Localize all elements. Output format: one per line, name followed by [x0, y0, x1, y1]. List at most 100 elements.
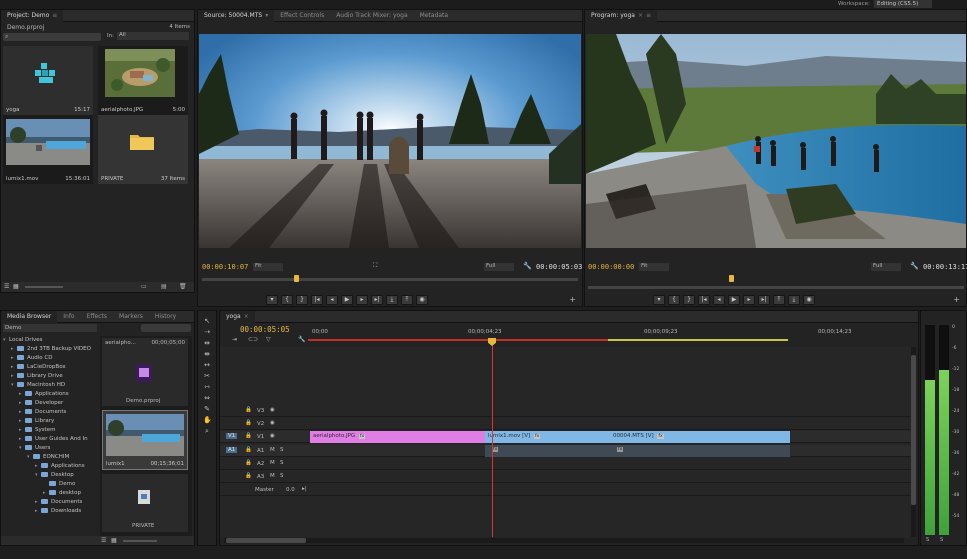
rolling-edit-tool-icon[interactable]: ⇼ [203, 350, 211, 358]
program-scrubber[interactable] [588, 286, 964, 289]
tree-item[interactable]: ▸ Documents [19, 408, 66, 417]
menu-icon[interactable]: ≡ [646, 12, 651, 19]
go-to-in-icon[interactable]: |◂ [698, 295, 710, 305]
eye-icon[interactable]: ◉ [270, 420, 275, 426]
tab-markers[interactable]: Markers [113, 311, 149, 323]
playhead-handle[interactable] [488, 338, 496, 346]
zoom-slider[interactable] [123, 540, 157, 542]
hand-tool-icon[interactable]: ✋ [203, 416, 212, 424]
tree-item[interactable]: ▾ EONCHIM [27, 453, 69, 462]
mark-out-bracket-icon[interactable]: } [296, 295, 308, 305]
tree-item[interactable]: ▸ 2nd 3TB Backup VIDEO [11, 345, 91, 354]
tree-item[interactable]: ▸ Applications [35, 462, 85, 471]
source-patch-a1[interactable]: A1 [226, 447, 238, 453]
tab-metadata[interactable]: Metadata [414, 10, 454, 22]
source-scrubber[interactable] [202, 278, 578, 281]
tree-item[interactable]: ▸ LaCieDropBox [11, 363, 66, 372]
work-area-bar[interactable] [308, 339, 608, 341]
eye-icon[interactable]: ◉ [270, 407, 275, 413]
tree-item[interactable]: ▸ Applications [19, 390, 69, 399]
add-button-icon[interactable]: + [953, 295, 960, 304]
mark-in-icon[interactable]: ▾ [653, 295, 665, 305]
project-item-private[interactable]: PRIVATE 37 Items [98, 115, 188, 184]
tree-item[interactable]: ▸ Library Drive [11, 372, 63, 381]
dropdown-icon[interactable]: ▾ [265, 12, 268, 19]
tree-item[interactable]: ▸ Documents [35, 498, 82, 507]
tab-effect-controls[interactable]: Effect Controls [274, 10, 330, 22]
razor-tool-icon[interactable]: ✂ [203, 372, 211, 380]
lock-icon[interactable]: 🔒 [245, 473, 252, 479]
eye-icon[interactable]: ◉ [270, 433, 275, 439]
project-item-yoga[interactable]: yoga 15:17 [3, 46, 93, 115]
step-back-icon[interactable]: ◂ [326, 295, 338, 305]
tree-item[interactable]: ▸ System [19, 426, 56, 435]
overwrite-icon[interactable]: ⤒ [401, 295, 413, 305]
wrench-icon[interactable]: 🔧 [910, 262, 919, 270]
snap-icon[interactable]: ⇥ [232, 336, 237, 343]
scrollbar-thumb[interactable] [226, 538, 306, 543]
insert-icon[interactable]: ⤓ [386, 295, 398, 305]
tab-effects[interactable]: Effects [81, 311, 113, 323]
clip-aerialphoto[interactable]: aerialphoto.JPG fx [310, 431, 485, 443]
audio-clip-lumix1[interactable] [485, 445, 610, 457]
slip-tool-icon[interactable]: ⇿ [203, 383, 211, 391]
slide-tool-icon[interactable]: ⇔ [203, 394, 211, 402]
play-icon[interactable]: ▶ [341, 295, 353, 305]
tree-item[interactable]: ▸ User Guides And In [19, 435, 88, 444]
source-fit-select[interactable]: Fit [253, 263, 283, 271]
source-quality-select[interactable]: Full [484, 263, 514, 271]
mute-icon[interactable]: M [270, 447, 275, 453]
step-forward-icon[interactable]: ▸ [743, 295, 755, 305]
scrollbar-thumb[interactable] [911, 355, 916, 505]
solo-icon[interactable]: S [280, 447, 284, 453]
step-back-icon[interactable]: ◂ [713, 295, 725, 305]
mute-icon[interactable]: M [270, 473, 275, 479]
horizontal-scrollbar[interactable] [224, 538, 904, 543]
go-to-end-icon[interactable]: ▸| [302, 486, 307, 492]
new-item-icon[interactable]: ▤ [161, 283, 167, 290]
clip-lumix1[interactable]: lumix1.mov [V] fx [485, 431, 610, 443]
project-item-aerialphoto[interactable]: aerialphoto.JPG 5:00 [98, 46, 188, 115]
clip-00004[interactable]: 00004.MTS [V] fx [610, 431, 790, 443]
solo-icon[interactable]: S [280, 460, 284, 466]
wrench-icon[interactable]: 🔧 [523, 262, 532, 270]
tree-item[interactable]: ▾ Macintosh HD [11, 381, 65, 390]
solo-right-button[interactable]: S [940, 537, 943, 543]
source-timecode-in[interactable]: 00:00:10:07 [202, 263, 248, 271]
timeline-timecode[interactable]: 00:00:05:05 [240, 325, 290, 334]
export-frame-icon[interactable]: ◉ [416, 295, 428, 305]
program-timecode-in[interactable]: 00:00:00:00 [588, 263, 634, 271]
go-to-in-icon[interactable]: |◂ [311, 295, 323, 305]
drive-select[interactable]: Demo [3, 324, 97, 332]
tab-media-browser[interactable]: Media Browser [1, 310, 58, 323]
add-marker-icon[interactable]: ▽ [266, 336, 271, 343]
tree-item[interactable]: ▸ Downloads [35, 507, 81, 516]
safe-margins-icon[interactable]: ⛶ [373, 262, 377, 270]
program-playhead[interactable] [729, 275, 734, 282]
tree-item[interactable]: ▸ desktop [43, 489, 81, 498]
new-bin-icon[interactable]: ▭ [141, 283, 147, 290]
icon-view-icon[interactable]: ▦ [111, 537, 117, 544]
icon-view-icon[interactable]: ▦ [13, 283, 19, 290]
go-to-out-icon[interactable]: ▸| [758, 295, 770, 305]
lock-icon[interactable]: 🔒 [245, 460, 252, 466]
lock-icon[interactable]: 🔒 [245, 420, 252, 426]
close-icon[interactable]: × [638, 12, 643, 19]
tree-item[interactable]: ▾ Users [19, 444, 50, 453]
linked-selection-icon[interactable]: ⊂⊃ [248, 336, 258, 343]
pen-tool-icon[interactable]: ✎ [203, 405, 211, 413]
vertical-scrollbar[interactable] [911, 347, 916, 537]
add-button-icon[interactable]: + [569, 295, 576, 304]
zoom-slider[interactable] [25, 286, 63, 288]
tab-audio-mixer[interactable]: Audio Track Mixer: yoga [330, 10, 413, 22]
export-frame-icon[interactable]: ◉ [803, 295, 815, 305]
time-ruler[interactable]: 00;00 00;00;04;23 00;00;09;23 00;00;14;2… [308, 328, 913, 343]
rate-stretch-tool-icon[interactable]: ↔ [203, 361, 211, 369]
tree-item[interactable]: ▸ Developer [19, 399, 63, 408]
tree-item[interactable]: ▾ Desktop [35, 471, 74, 480]
tab-sequence[interactable]: yoga × [220, 310, 255, 323]
mark-in-bracket-icon[interactable]: { [281, 295, 293, 305]
track-select-tool-icon[interactable]: ⇢ [203, 328, 211, 336]
lock-icon[interactable]: 🔒 [245, 433, 252, 439]
master-value[interactable]: 0.0 [286, 487, 295, 493]
